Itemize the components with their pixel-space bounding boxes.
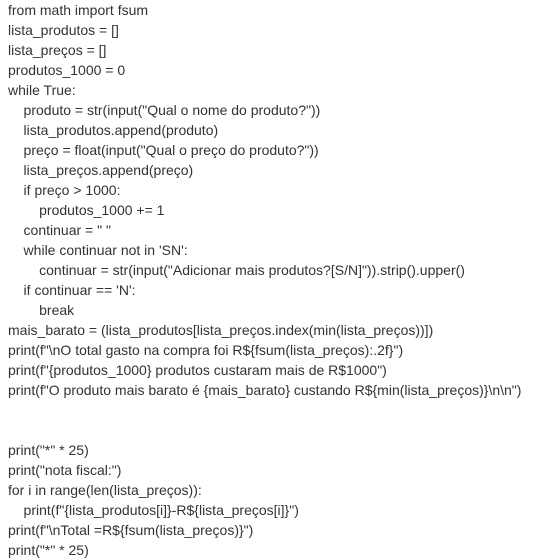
code-line: continuar = " " [8, 222, 111, 238]
code-line: produtos_1000 = 0 [8, 62, 126, 78]
code-line: lista_produtos.append(produto) [8, 122, 219, 138]
code-line: if continuar == 'N': [8, 282, 136, 298]
code-line: print("*" * 25) [8, 542, 89, 558]
code-line: print(f"O produto mais barato é {mais_ba… [8, 382, 522, 398]
code-line: for i in range(len(lista_preços)): [8, 482, 202, 498]
code-line: preço = float(input("Qual o preço do pro… [8, 142, 319, 158]
code-line: continuar = str(input("Adicionar mais pr… [8, 262, 465, 278]
code-line: produtos_1000 += 1 [8, 202, 165, 218]
code-line: print(f"\nTotal =R${fsum(lista_preços)}"… [8, 522, 254, 538]
code-line: produto = str(input("Qual o nome do prod… [8, 102, 321, 118]
code-line: print(f"{produtos_1000} produtos custara… [8, 362, 387, 378]
code-line: lista_produtos = [] [8, 22, 119, 38]
code-line: lista_preços = [] [8, 42, 107, 58]
code-line: print("*" * 25) [8, 442, 89, 458]
code-line: while continuar not in 'SN': [8, 242, 188, 258]
code-line: break [8, 302, 75, 318]
code-line: while True: [8, 82, 76, 98]
code-line: lista_preços.append(preço) [8, 162, 194, 178]
code-line: print("nota fiscal:") [8, 462, 122, 478]
code-line: print(f"\nO total gasto na compra foi R$… [8, 342, 404, 358]
code-line: mais_barato = (lista_produtos[lista_preç… [8, 322, 434, 338]
code-block: from math import fsum lista_produtos = [… [8, 0, 554, 560]
code-line: from math import fsum [8, 2, 149, 18]
code-line: if preço > 1000: [8, 182, 121, 198]
code-line: print(f"{lista_produtos[i]}-R${lista_pre… [8, 502, 299, 518]
